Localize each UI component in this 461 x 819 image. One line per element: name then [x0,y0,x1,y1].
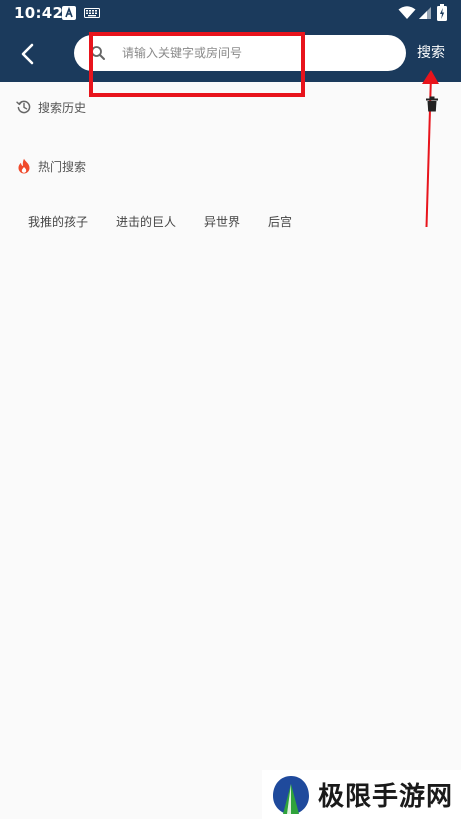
status-time: 10:42 [14,4,64,22]
hot-tag[interactable]: 我推的孩子 [14,211,102,232]
trash-icon[interactable] [424,96,440,112]
hot-tag-list: 我推的孩子 进击的巨人 异世界 后宫 [14,210,306,232]
hot-tag[interactable]: 进击的巨人 [102,211,190,232]
annotation-highlight-box [89,32,305,97]
keyboard-icon [84,8,100,18]
history-title: 搜索历史 [38,100,87,115]
signal-icon [419,7,431,19]
wifi-icon [398,6,416,19]
watermark-logo-icon [273,775,309,814]
app-a-icon [62,6,76,20]
history-icon [16,100,31,114]
hot-section-header: 热门搜索 [16,156,86,176]
hot-title: 热门搜索 [38,159,87,174]
hot-tag[interactable]: 异世界 [190,211,254,232]
history-section-header: 搜索历史 [16,97,86,117]
annotation-arrow [422,70,439,228]
back-button[interactable] [12,38,44,70]
watermark-text: 极限手游网 [318,782,454,812]
watermark: 极限手游网 [262,770,461,819]
status-bar: 10:42 [0,0,461,26]
chevron-left-icon [21,43,34,65]
battery-icon [437,4,447,21]
search-button[interactable]: 搜索 [412,42,450,64]
hot-tag[interactable]: 后宫 [254,211,306,232]
fire-icon [18,158,30,174]
